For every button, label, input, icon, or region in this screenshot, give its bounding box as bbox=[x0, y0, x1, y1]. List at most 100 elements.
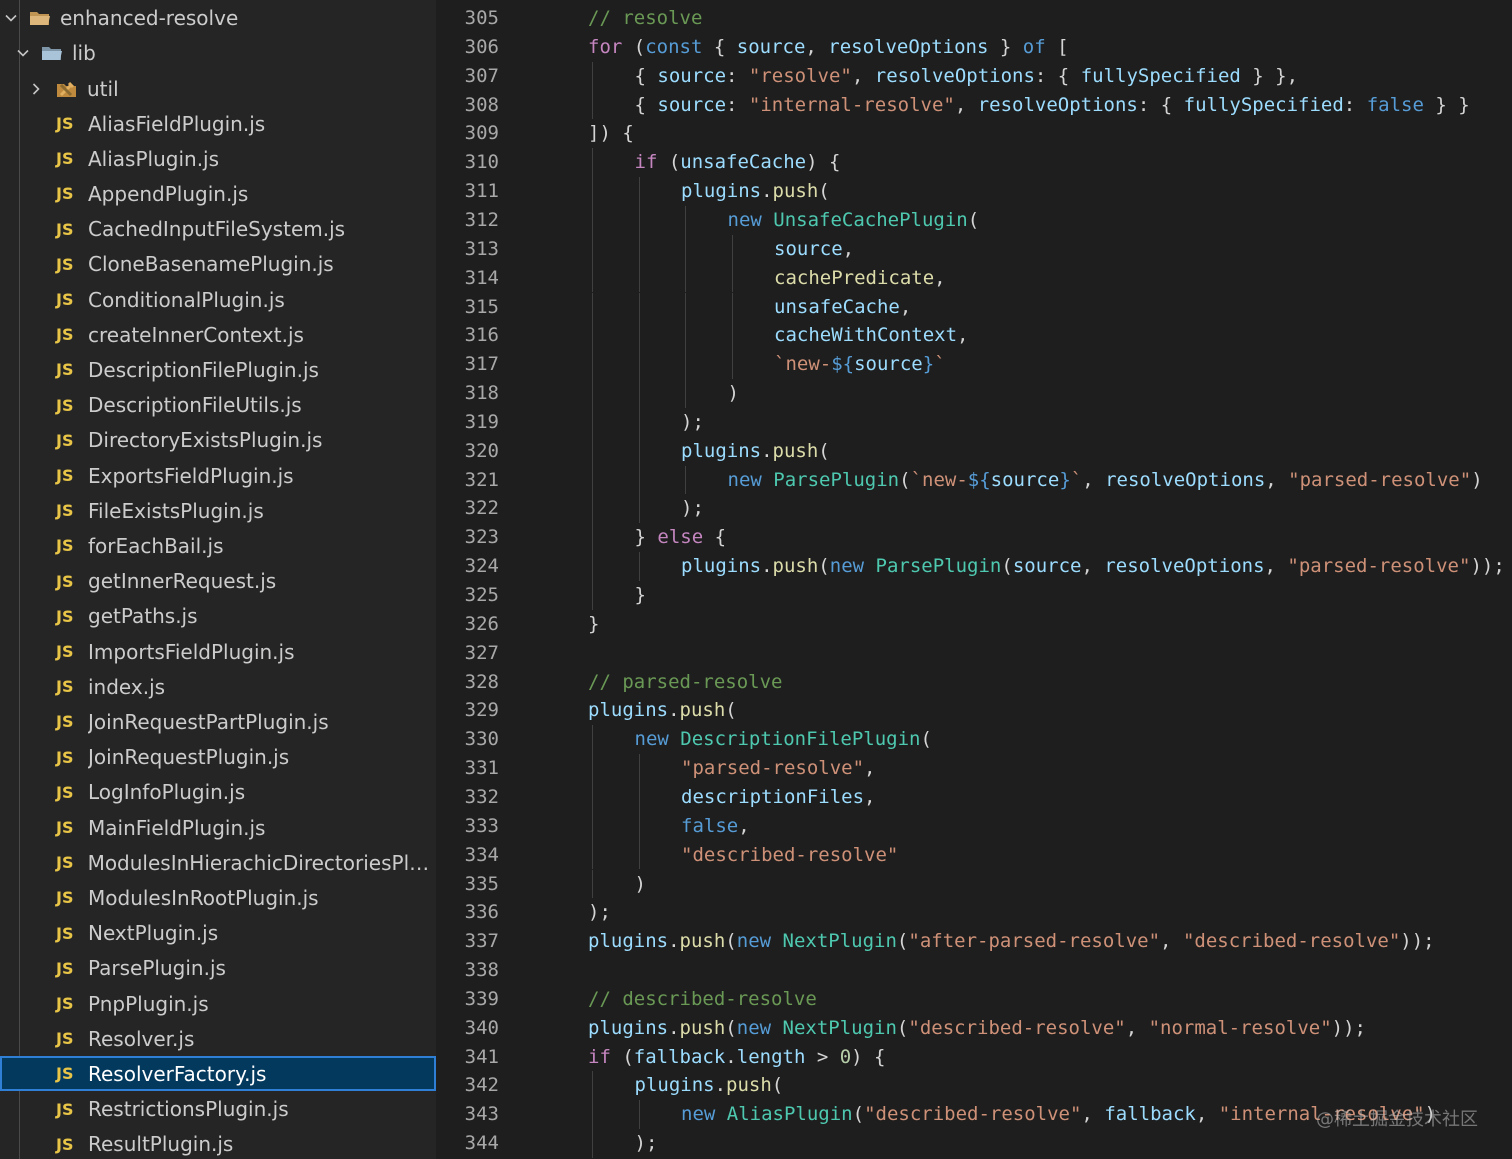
indent-guide bbox=[638, 263, 640, 293]
tree-file-item[interactable]: JS DirectoryExistsPlugin.js bbox=[0, 423, 436, 458]
code-token: ( bbox=[657, 151, 681, 174]
file-label: NextPlugin.js bbox=[88, 921, 219, 946]
tree-file-item[interactable]: JS FileExistsPlugin.js bbox=[0, 493, 436, 528]
line-number: 333 bbox=[464, 814, 499, 837]
line-number: 316 bbox=[464, 324, 499, 347]
code-token: , bbox=[1081, 1103, 1105, 1126]
tree-file-item[interactable]: JS index.js bbox=[0, 669, 436, 704]
javascript-file-icon: JS bbox=[56, 923, 74, 943]
code-line: cacheWithContext, bbox=[774, 321, 968, 350]
code-editor[interactable]: 305 306 307 308 309 310 311 312 313 314 315 316 317 3… bbox=[436, 0, 1512, 1159]
line-number: 343 bbox=[464, 1103, 499, 1126]
javascript-file-icon: JS bbox=[56, 677, 74, 697]
code-token: plugins bbox=[681, 180, 762, 203]
tree-file-item[interactable]: JS createInnerContext.js bbox=[0, 317, 436, 352]
code-line: // described-resolve bbox=[588, 985, 817, 1014]
code-token: } }, bbox=[1240, 64, 1299, 87]
tree-file-item[interactable]: JS ModulesInRootPlugin.js bbox=[0, 880, 436, 915]
file-label: AliasFieldPlugin.js bbox=[88, 111, 266, 136]
line-number: 323 bbox=[464, 526, 499, 549]
tree-file-item[interactable]: JS LogInfoPlugin.js bbox=[0, 775, 436, 810]
line-number: 325 bbox=[464, 584, 499, 606]
code-token: , bbox=[805, 35, 829, 58]
file-label: DirectoryExistsPlugin.js bbox=[88, 428, 323, 453]
tree-file-item[interactable]: JS Resolver.js bbox=[0, 1021, 436, 1056]
code-token: plugins bbox=[681, 439, 762, 462]
tree-file-item[interactable]: JS getInnerRequest.js bbox=[0, 564, 436, 599]
tree-file-item[interactable]: JS DescriptionFileUtils.js bbox=[0, 388, 436, 423]
code-token: source bbox=[657, 64, 727, 87]
code-token: ` bbox=[1070, 468, 1083, 491]
tree-folder-enhanced-resolve[interactable]: enhanced-resolve bbox=[0, 0, 436, 35]
indent-guide bbox=[731, 263, 733, 293]
tree-file-item[interactable]: JS ParsePlugin.js bbox=[0, 951, 436, 986]
code-token: NextPlugin bbox=[782, 930, 897, 953]
file-label: createInnerContext.js bbox=[88, 322, 304, 347]
code-token: // described-resolve bbox=[588, 987, 817, 1010]
code-token: fallback bbox=[633, 1045, 726, 1068]
tree-file-item[interactable]: JS DescriptionFilePlugin.js bbox=[0, 352, 436, 387]
line-number: 329 bbox=[464, 699, 499, 722]
code-token: )); bbox=[1400, 930, 1435, 953]
tree-file-item[interactable]: JS AliasFieldPlugin.js bbox=[0, 106, 436, 141]
code-token: ` bbox=[934, 353, 946, 376]
tree-file-item[interactable]: JS RestrictionsPlugin.js bbox=[0, 1092, 436, 1127]
tree-file-item[interactable]: JS ConditionalPlugin.js bbox=[0, 282, 436, 317]
code-token: push bbox=[679, 1016, 726, 1039]
indent-guide bbox=[592, 494, 593, 524]
code-area[interactable]: // resolve for (const { source, resolveOp… bbox=[541, 0, 1512, 1159]
indent-guide bbox=[638, 552, 640, 581]
tree-file-item[interactable]: JS PnpPlugin.js bbox=[0, 986, 436, 1021]
line-number: 320 bbox=[464, 439, 499, 462]
tree-file-item[interactable]: JS AliasPlugin.js bbox=[0, 141, 436, 176]
indent-guide bbox=[592, 1100, 593, 1130]
tree-file-item[interactable]: JS ExportsFieldPlugin.js bbox=[0, 458, 436, 493]
line-number: 326 bbox=[464, 612, 499, 635]
tree-file-item[interactable]: JS CachedInputFileSystem.js bbox=[0, 212, 436, 247]
javascript-file-icon: JS bbox=[56, 219, 74, 239]
indent-guide bbox=[592, 811, 593, 841]
tree-file-item[interactable]: JS JoinRequestPlugin.js bbox=[0, 740, 436, 775]
tree-file-item[interactable]: JS NextPlugin.js bbox=[0, 916, 436, 951]
code-token: false bbox=[1366, 93, 1424, 116]
code-token: UnsafeCachePlugin bbox=[773, 208, 968, 231]
tree-file-item[interactable]: JS ResultPlugin.js bbox=[0, 1127, 436, 1159]
code-token: , bbox=[1195, 1103, 1219, 1126]
javascript-file-icon: JS bbox=[56, 747, 74, 767]
indent-guide bbox=[731, 234, 733, 264]
code-token: ( bbox=[1001, 555, 1013, 578]
tree-folder-util[interactable]: util bbox=[0, 71, 436, 106]
tree-file-item[interactable]: JS ModulesInHierachicDirectoriesPlu... bbox=[0, 845, 436, 880]
code-token: { bbox=[702, 35, 737, 58]
code-token: of bbox=[1022, 35, 1046, 58]
code-line: ); bbox=[681, 408, 704, 437]
code-token: DescriptionFilePlugin bbox=[680, 728, 921, 751]
file-label: ImportsFieldPlugin.js bbox=[88, 639, 295, 664]
code-token: )); bbox=[1470, 555, 1505, 578]
indent-guide bbox=[592, 840, 593, 870]
javascript-file-icon: JS bbox=[56, 360, 74, 380]
tree-file-item[interactable]: JS CloneBasenamePlugin.js bbox=[0, 247, 436, 282]
code-line: plugins.push(new ParsePlugin(source, res… bbox=[681, 552, 1505, 581]
code-token: } } bbox=[1423, 93, 1470, 116]
tree-file-item[interactable]: JS ImportsFieldPlugin.js bbox=[0, 634, 436, 669]
code-token: push bbox=[726, 1074, 772, 1097]
tree-file-item[interactable]: JS AppendPlugin.js bbox=[0, 176, 436, 211]
javascript-file-icon: JS bbox=[56, 149, 74, 169]
tree-file-item[interactable]: JS forEachBail.js bbox=[0, 528, 436, 563]
code-token: : { bbox=[1137, 93, 1184, 116]
indent-guide bbox=[592, 581, 593, 610]
tree-folder-lib[interactable]: lib bbox=[0, 35, 436, 70]
tree-file-item[interactable]: JS ResolverFactory.js bbox=[0, 1056, 436, 1092]
code-line: } bbox=[635, 581, 646, 610]
tree-file-item[interactable]: JS MainFieldPlugin.js bbox=[0, 810, 436, 845]
code-token: ( bbox=[852, 1103, 865, 1126]
code-line: { source: "internal-resolve", resolveOpt… bbox=[635, 91, 1470, 120]
indent-guide bbox=[685, 465, 686, 495]
tree-file-item[interactable]: JS JoinRequestPartPlugin.js bbox=[0, 704, 436, 739]
javascript-file-icon: JS bbox=[56, 536, 74, 556]
indent-guide bbox=[592, 205, 593, 235]
tree-file-item[interactable]: JS getPaths.js bbox=[0, 599, 436, 634]
code-token: { bbox=[634, 64, 658, 87]
file-label: ConditionalPlugin.js bbox=[88, 287, 285, 312]
